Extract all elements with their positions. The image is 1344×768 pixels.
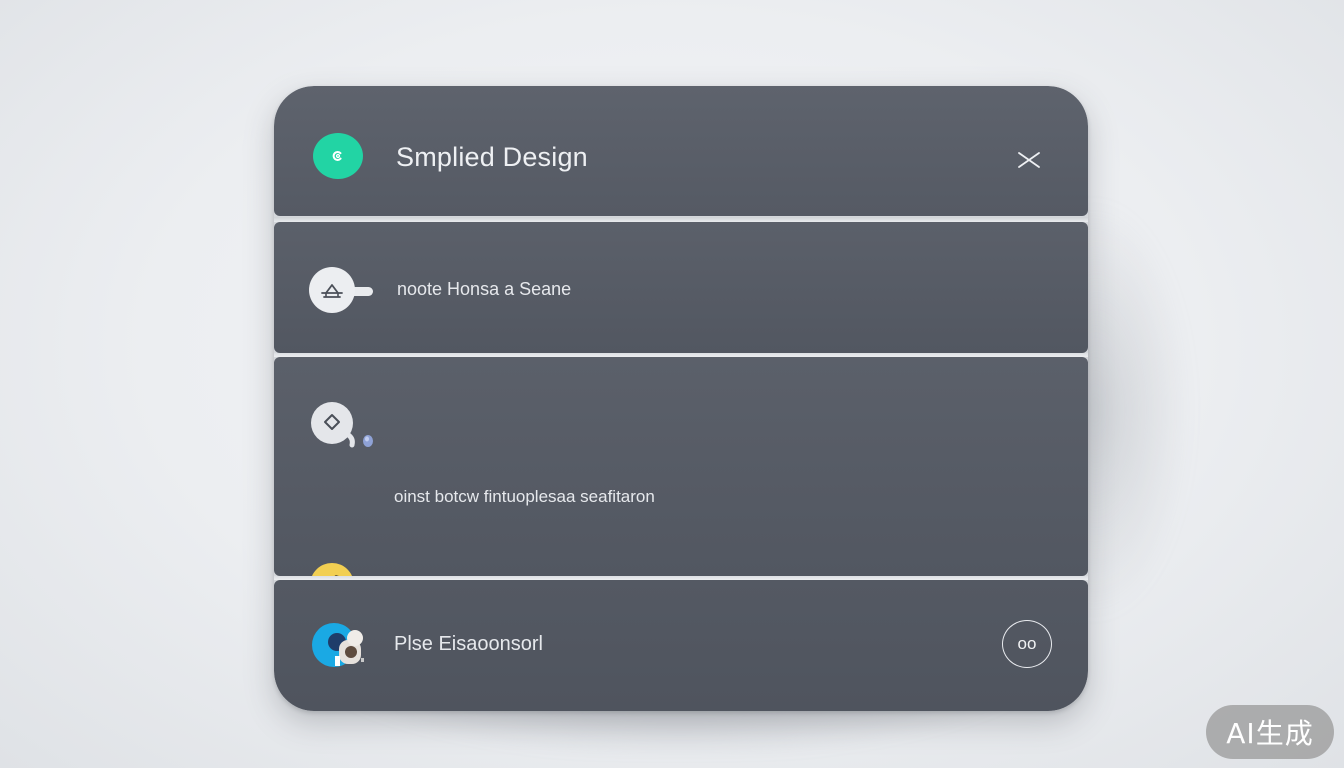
close-icon — [1018, 152, 1040, 168]
divider — [274, 217, 1088, 222]
footer-label: Plse Eisaoonsorl — [394, 633, 543, 655]
panel-card: Smplied Design noote Honsa a Seane oinst… — [274, 86, 1088, 711]
footer-item[interactable]: Plse Eisaoonsorl — [274, 580, 1088, 711]
list-item[interactable]: noote Honsa a Seane — [274, 222, 1088, 353]
avatar-icon — [311, 622, 375, 677]
close-button[interactable] — [1014, 148, 1044, 172]
card-side-shadow — [1070, 200, 1190, 620]
green-circle-icon — [313, 133, 363, 179]
list-group: oinst botcw fintuoplesaa seafitaron — [274, 357, 1088, 607]
tag-bubble-icon[interactable] — [310, 401, 380, 458]
home-bubble-icon — [307, 266, 377, 321]
list-item-label: oinst botcw fintuoplesaa seafitaron — [394, 487, 655, 506]
panel-title: Smplied Design — [396, 142, 588, 172]
panel-header: Smplied Design — [274, 86, 1088, 216]
divider — [274, 576, 1088, 580]
more-button[interactable]: oo — [1002, 620, 1052, 668]
divider — [274, 353, 1088, 357]
list-item-label: noote Honsa a Seane — [397, 279, 572, 299]
watermark-badge: AI生成 — [1206, 705, 1334, 759]
